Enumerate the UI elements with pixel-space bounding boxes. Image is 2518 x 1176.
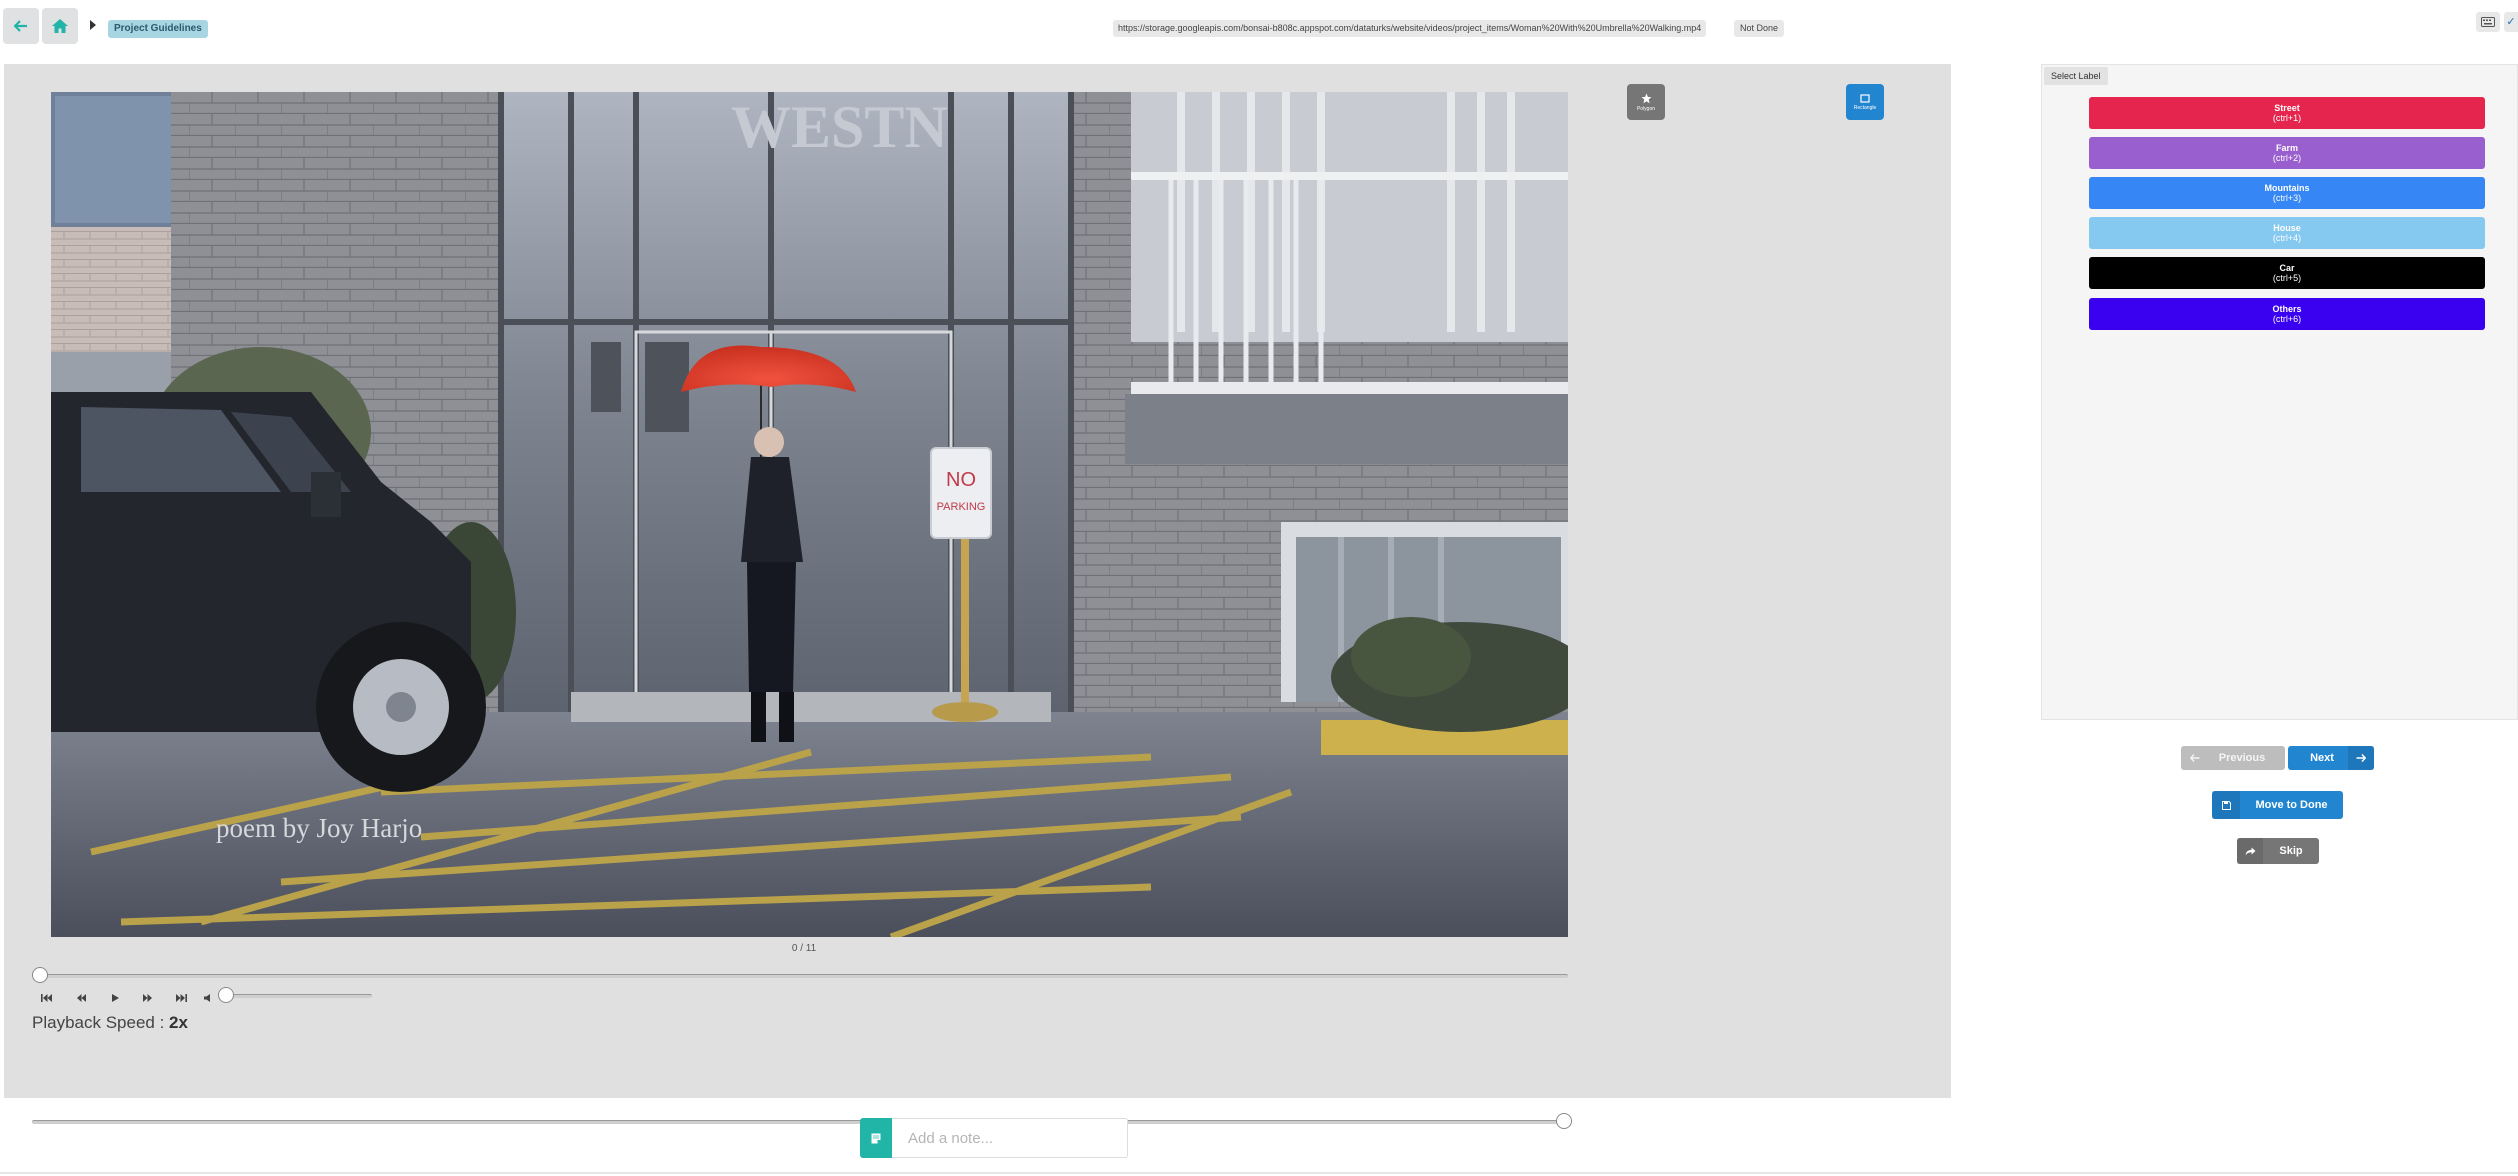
volume-icon (203, 994, 210, 1002)
label-shortcut: (ctrl+4) (2272, 233, 2302, 243)
share-arrow-icon (2237, 838, 2263, 864)
rectangle-tool-button[interactable]: Rectangle (1846, 84, 1884, 120)
fast-forward-button[interactable] (136, 988, 158, 1008)
play-icon (111, 994, 119, 1002)
svg-text:NO: NO (946, 469, 976, 491)
frame-counter: 0 / 11 (791, 943, 817, 954)
playback-speed-text: Playback Speed : 2x (32, 1013, 188, 1033)
label-button-others[interactable]: Others (ctrl+6) (2089, 298, 2485, 330)
check-icon: ✓ (2506, 16, 2516, 28)
square-icon (1860, 93, 1870, 103)
skip-label: Skip (2279, 845, 2303, 857)
label-button-farm[interactable]: Farm (ctrl+2) (2089, 137, 2485, 169)
previous-button[interactable]: Previous (2181, 746, 2285, 770)
fast-forward-icon (142, 994, 152, 1002)
video-frame[interactable]: WESTN NO PARKING poem by Joy Harjo (51, 92, 1568, 937)
home-button[interactable] (42, 8, 78, 44)
previous-label: Previous (2218, 752, 2266, 764)
back-button[interactable] (3, 8, 39, 44)
speed-slider-handle[interactable] (1556, 1113, 1572, 1129)
playback-speed-value: 2x (169, 1013, 188, 1032)
select-label-header: Select Label (2044, 67, 2108, 85)
volume-slider-handle[interactable] (218, 987, 234, 1003)
skip-end-icon (176, 994, 187, 1002)
arrow-left-icon (2181, 754, 2209, 762)
keyboard-icon (2481, 17, 2495, 27)
label-name: Street (2274, 102, 2300, 113)
volume-slider-track[interactable] (226, 994, 372, 998)
keyboard-shortcuts-button[interactable] (2476, 12, 2500, 32)
video-scene-image: WESTN NO PARKING poem by Joy Harjo (51, 92, 1568, 937)
label-shortcut: (ctrl+2) (2272, 153, 2302, 163)
star-icon (1641, 93, 1651, 103)
bottom-divider (0, 1172, 2518, 1174)
label-button-street[interactable]: Street (ctrl+1) (2089, 97, 2485, 129)
label-shortcut: (ctrl+6) (2272, 314, 2302, 324)
skip-to-start-button[interactable] (36, 988, 58, 1008)
breadcrumb-caret-icon (90, 20, 96, 30)
rectangle-tool-label: Rectangle (1853, 104, 1877, 111)
label-button-car[interactable]: Car (ctrl+5) (2089, 257, 2485, 289)
svg-text:WESTN: WESTN (731, 94, 948, 160)
skip-button[interactable]: Skip (2237, 838, 2319, 864)
project-guidelines-link[interactable]: Project Guidelines (108, 20, 208, 38)
label-shortcut: (ctrl+3) (2272, 193, 2302, 203)
note-icon-box (860, 1118, 892, 1158)
top-bar: Project Guidelines https://storage.googl… (0, 0, 2518, 56)
label-name: Farm (2275, 142, 2298, 153)
label-name: Mountains (2264, 182, 2310, 193)
seek-slider-handle[interactable] (32, 967, 48, 983)
move-to-done-button[interactable]: Move to Done (2212, 791, 2343, 819)
svg-text:PARKING: PARKING (937, 501, 986, 513)
label-name: House (2273, 222, 2301, 233)
playback-speed-label: Playback Speed : (32, 1013, 170, 1032)
save-icon (2212, 791, 2240, 819)
status-badge: Not Done (1734, 20, 1785, 37)
video-panel: WESTN NO PARKING poem by Joy Harjo Polyg… (4, 64, 1951, 1129)
rewind-icon (76, 994, 86, 1002)
label-button-mountains[interactable]: Mountains (ctrl+3) (2089, 177, 2485, 209)
label-name: Car (2279, 262, 2295, 273)
move-to-done-label: Move to Done (2255, 799, 2328, 811)
mute-button[interactable] (197, 988, 219, 1008)
video-url-tag: https://storage.googleapis.com/bonsai-b8… (1113, 20, 1707, 37)
speed-slider-track[interactable] (32, 1120, 1569, 1124)
sticky-note-icon (871, 1133, 881, 1143)
label-shortcut: (ctrl+5) (2272, 273, 2302, 283)
play-button[interactable] (104, 988, 126, 1008)
check-button[interactable]: ✓ (2504, 12, 2518, 32)
arrow-right-icon (2348, 746, 2374, 770)
label-button-house[interactable]: House (ctrl+4) (2089, 217, 2485, 249)
polygon-tool-label: Polygon (1636, 105, 1656, 112)
skip-start-icon (41, 994, 52, 1002)
polygon-tool-button[interactable]: Polygon (1627, 84, 1665, 120)
video-caption-overlay: poem by Joy Harjo (216, 813, 422, 843)
label-name: Others (2272, 303, 2302, 314)
rewind-button[interactable] (70, 988, 92, 1008)
note-input[interactable] (892, 1118, 1128, 1158)
next-button[interactable]: Next (2288, 746, 2374, 770)
home-icon (52, 19, 68, 33)
label-shortcut: (ctrl+1) (2272, 113, 2302, 123)
seek-slider-track[interactable] (40, 974, 1568, 978)
arrow-left-icon (14, 20, 27, 32)
skip-to-end-button[interactable] (170, 988, 192, 1008)
next-label: Next (2310, 752, 2334, 764)
